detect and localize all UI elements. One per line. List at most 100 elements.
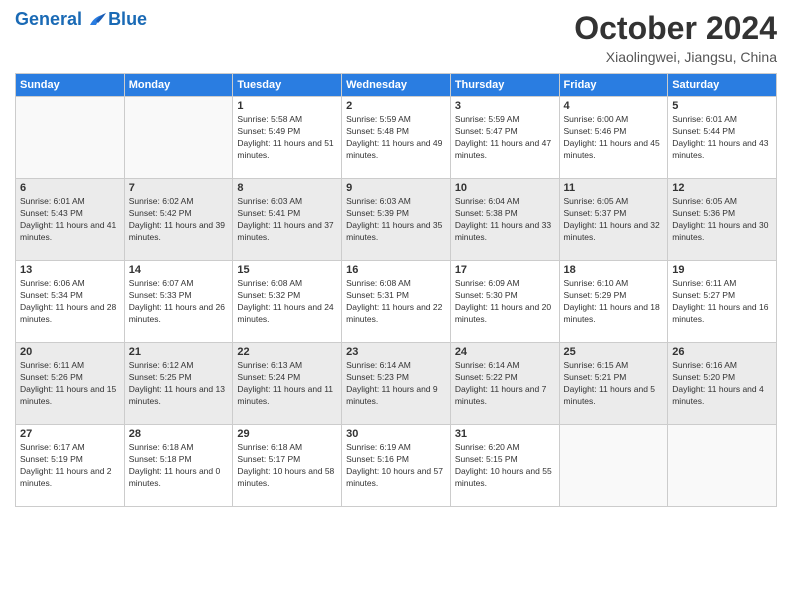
sunrise-text: Sunrise: 6:03 AM: [346, 196, 411, 206]
sunset-text: Sunset: 5:46 PM: [564, 126, 627, 136]
title-section: October 2024 Xiaolingwei, Jiangsu, China: [574, 10, 777, 65]
sunset-text: Sunset: 5:18 PM: [129, 454, 192, 464]
sunset-text: Sunset: 5:15 PM: [455, 454, 518, 464]
calendar-cell: 19 Sunrise: 6:11 AM Sunset: 5:27 PM Dayl…: [668, 261, 777, 343]
calendar-cell: 31 Sunrise: 6:20 AM Sunset: 5:15 PM Dayl…: [450, 425, 559, 507]
day-number: 8: [237, 182, 337, 194]
daylight-text: Daylight: 11 hours and 45 minutes.: [564, 138, 660, 160]
sunset-text: Sunset: 5:25 PM: [129, 372, 192, 382]
sunrise-text: Sunrise: 6:07 AM: [129, 278, 194, 288]
day-info: Sunrise: 6:10 AM Sunset: 5:29 PM Dayligh…: [564, 278, 664, 326]
sunrise-text: Sunrise: 6:09 AM: [455, 278, 520, 288]
sunrise-text: Sunrise: 6:19 AM: [346, 442, 411, 452]
sunset-text: Sunset: 5:32 PM: [237, 290, 300, 300]
day-number: 30: [346, 428, 446, 440]
day-info: Sunrise: 6:08 AM Sunset: 5:32 PM Dayligh…: [237, 278, 337, 326]
day-number: 26: [672, 346, 772, 358]
day-info: Sunrise: 6:03 AM Sunset: 5:39 PM Dayligh…: [346, 196, 446, 244]
sunset-text: Sunset: 5:47 PM: [455, 126, 518, 136]
daylight-text: Daylight: 11 hours and 9 minutes.: [346, 384, 438, 406]
sunset-text: Sunset: 5:16 PM: [346, 454, 409, 464]
day-number: 11: [564, 182, 664, 194]
daylight-text: Daylight: 11 hours and 35 minutes.: [346, 220, 442, 242]
sunset-text: Sunset: 5:41 PM: [237, 208, 300, 218]
day-number: 29: [237, 428, 337, 440]
daylight-text: Daylight: 11 hours and 18 minutes.: [564, 302, 660, 324]
day-info: Sunrise: 5:58 AM Sunset: 5:49 PM Dayligh…: [237, 114, 337, 162]
day-info: Sunrise: 6:05 AM Sunset: 5:37 PM Dayligh…: [564, 196, 664, 244]
header: General Blue October 2024 Xiaolingwei, J…: [15, 10, 777, 65]
col-monday: Monday: [124, 74, 233, 97]
daylight-text: Daylight: 11 hours and 24 minutes.: [237, 302, 333, 324]
daylight-text: Daylight: 11 hours and 15 minutes.: [20, 384, 116, 406]
sunrise-text: Sunrise: 6:05 AM: [564, 196, 629, 206]
calendar-cell: 13 Sunrise: 6:06 AM Sunset: 5:34 PM Dayl…: [16, 261, 125, 343]
sunrise-text: Sunrise: 6:03 AM: [237, 196, 302, 206]
sunset-text: Sunset: 5:24 PM: [237, 372, 300, 382]
sunset-text: Sunset: 5:31 PM: [346, 290, 409, 300]
sunrise-text: Sunrise: 6:05 AM: [672, 196, 737, 206]
calendar-week-row: 1 Sunrise: 5:58 AM Sunset: 5:49 PM Dayli…: [16, 97, 777, 179]
day-info: Sunrise: 6:03 AM Sunset: 5:41 PM Dayligh…: [237, 196, 337, 244]
sunset-text: Sunset: 5:48 PM: [346, 126, 409, 136]
day-info: Sunrise: 6:02 AM Sunset: 5:42 PM Dayligh…: [129, 196, 229, 244]
sunrise-text: Sunrise: 6:11 AM: [672, 278, 736, 288]
col-tuesday: Tuesday: [233, 74, 342, 97]
calendar-cell: 3 Sunrise: 5:59 AM Sunset: 5:47 PM Dayli…: [450, 97, 559, 179]
sunset-text: Sunset: 5:21 PM: [564, 372, 627, 382]
daylight-text: Daylight: 11 hours and 2 minutes.: [20, 466, 112, 488]
sunrise-text: Sunrise: 6:06 AM: [20, 278, 85, 288]
day-info: Sunrise: 6:07 AM Sunset: 5:33 PM Dayligh…: [129, 278, 229, 326]
day-number: 27: [20, 428, 120, 440]
calendar-cell: 16 Sunrise: 6:08 AM Sunset: 5:31 PM Dayl…: [342, 261, 451, 343]
sunset-text: Sunset: 5:27 PM: [672, 290, 735, 300]
sunrise-text: Sunrise: 6:11 AM: [20, 360, 84, 370]
day-number: 19: [672, 264, 772, 276]
header-row: Sunday Monday Tuesday Wednesday Thursday…: [16, 74, 777, 97]
calendar-cell: 8 Sunrise: 6:03 AM Sunset: 5:41 PM Dayli…: [233, 179, 342, 261]
daylight-text: Daylight: 11 hours and 22 minutes.: [346, 302, 442, 324]
sunrise-text: Sunrise: 6:01 AM: [20, 196, 85, 206]
day-info: Sunrise: 5:59 AM Sunset: 5:47 PM Dayligh…: [455, 114, 555, 162]
sunset-text: Sunset: 5:44 PM: [672, 126, 735, 136]
daylight-text: Daylight: 11 hours and 51 minutes.: [237, 138, 333, 160]
sunset-text: Sunset: 5:39 PM: [346, 208, 409, 218]
day-number: 23: [346, 346, 446, 358]
day-number: 13: [20, 264, 120, 276]
daylight-text: Daylight: 11 hours and 16 minutes.: [672, 302, 768, 324]
sunrise-text: Sunrise: 6:14 AM: [346, 360, 411, 370]
calendar-cell: 6 Sunrise: 6:01 AM Sunset: 5:43 PM Dayli…: [16, 179, 125, 261]
day-number: 2: [346, 100, 446, 112]
sunset-text: Sunset: 5:29 PM: [564, 290, 627, 300]
daylight-text: Daylight: 11 hours and 41 minutes.: [20, 220, 116, 242]
calendar-cell: 26 Sunrise: 6:16 AM Sunset: 5:20 PM Dayl…: [668, 343, 777, 425]
col-saturday: Saturday: [668, 74, 777, 97]
sunset-text: Sunset: 5:30 PM: [455, 290, 518, 300]
sunrise-text: Sunrise: 6:04 AM: [455, 196, 520, 206]
calendar-cell: 25 Sunrise: 6:15 AM Sunset: 5:21 PM Dayl…: [559, 343, 668, 425]
sunrise-text: Sunrise: 6:16 AM: [672, 360, 737, 370]
sunrise-text: Sunrise: 6:12 AM: [129, 360, 194, 370]
day-info: Sunrise: 6:05 AM Sunset: 5:36 PM Dayligh…: [672, 196, 772, 244]
day-info: Sunrise: 6:01 AM Sunset: 5:44 PM Dayligh…: [672, 114, 772, 162]
day-info: Sunrise: 6:14 AM Sunset: 5:22 PM Dayligh…: [455, 360, 555, 408]
day-info: Sunrise: 6:18 AM Sunset: 5:18 PM Dayligh…: [129, 442, 229, 490]
calendar-cell: 22 Sunrise: 6:13 AM Sunset: 5:24 PM Dayl…: [233, 343, 342, 425]
day-number: 20: [20, 346, 120, 358]
calendar-cell: 9 Sunrise: 6:03 AM Sunset: 5:39 PM Dayli…: [342, 179, 451, 261]
day-info: Sunrise: 6:14 AM Sunset: 5:23 PM Dayligh…: [346, 360, 446, 408]
sunrise-text: Sunrise: 6:08 AM: [346, 278, 411, 288]
col-wednesday: Wednesday: [342, 74, 451, 97]
sunrise-text: Sunrise: 6:18 AM: [129, 442, 194, 452]
day-number: 24: [455, 346, 555, 358]
day-number: 18: [564, 264, 664, 276]
calendar-cell: 4 Sunrise: 6:00 AM Sunset: 5:46 PM Dayli…: [559, 97, 668, 179]
calendar-cell: 24 Sunrise: 6:14 AM Sunset: 5:22 PM Dayl…: [450, 343, 559, 425]
sunrise-text: Sunrise: 6:08 AM: [237, 278, 302, 288]
daylight-text: Daylight: 11 hours and 4 minutes.: [672, 384, 764, 406]
daylight-text: Daylight: 11 hours and 20 minutes.: [455, 302, 551, 324]
day-number: 3: [455, 100, 555, 112]
calendar-cell: 7 Sunrise: 6:02 AM Sunset: 5:42 PM Dayli…: [124, 179, 233, 261]
sunset-text: Sunset: 5:23 PM: [346, 372, 409, 382]
day-info: Sunrise: 6:20 AM Sunset: 5:15 PM Dayligh…: [455, 442, 555, 490]
